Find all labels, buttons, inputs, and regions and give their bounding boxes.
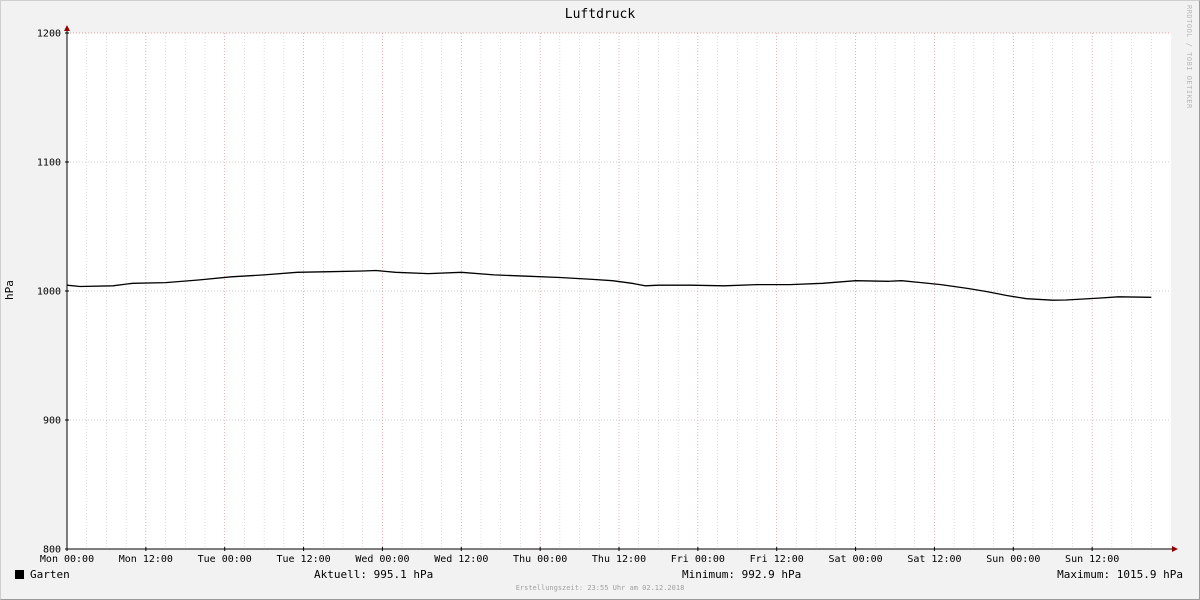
x-tick-label: Tue 00:00	[198, 554, 252, 565]
x-tick-label: Sun 00:00	[986, 554, 1040, 565]
y-tick-label: 800	[43, 545, 61, 556]
x-tick-label: Sun 12:00	[1065, 554, 1119, 565]
y-tick-labels: 800 900 1000 1100 1200	[37, 29, 61, 556]
y-tick-label: 1200	[37, 29, 61, 40]
legend-minimum: Minimum: 992.9 hPa	[682, 568, 802, 581]
x-tick-label: Sat 12:00	[907, 554, 961, 565]
chart-title: Luftdruck	[565, 7, 636, 22]
x-tick-label: Wed 00:00	[355, 554, 409, 565]
x-tick-labels: Mon 00:00 Mon 12:00 Tue 00:00 Tue 12:00 Wed …	[40, 554, 1119, 565]
watermark: RRDTOOL / TOBI OETIKER	[1185, 5, 1193, 109]
x-tick-label: Mon 12:00	[119, 554, 173, 565]
x-tick-label: Mon 00:00	[40, 554, 94, 565]
legend-series-name: Garten	[30, 568, 70, 581]
x-tick-label: Wed 12:00	[434, 554, 488, 565]
x-tick-label: Tue 12:00	[276, 554, 330, 565]
x-tick-label: Thu 12:00	[592, 554, 646, 565]
legend-current: Aktuell: 995.1 hPa	[314, 568, 434, 581]
creation-time: Erstellungszeit: 23:55 Uhr am 02.12.2018	[515, 584, 685, 592]
legend-maximum: Maximum: 1015.9 hPa	[1057, 568, 1183, 581]
x-tick-label: Sat 00:00	[828, 554, 882, 565]
x-tick-label: Thu 00:00	[513, 554, 567, 565]
legend-swatch	[15, 570, 24, 579]
x-tick-label: Fri 12:00	[750, 554, 804, 565]
pressure-chart: Mon 00:00 Mon 12:00 Tue 00:00 Tue 12:00 Wed …	[3, 5, 1193, 565]
x-axis-arrow	[1172, 546, 1178, 552]
y-tick-label: 1000	[37, 287, 61, 298]
y-axis-label: hPa	[3, 280, 16, 300]
y-tick-label: 1100	[37, 158, 61, 169]
y-tick-label: 900	[43, 416, 61, 427]
y-axis-arrow	[64, 25, 70, 31]
legend-series: Garten	[15, 568, 70, 581]
x-tick-label: Fri 00:00	[671, 554, 725, 565]
